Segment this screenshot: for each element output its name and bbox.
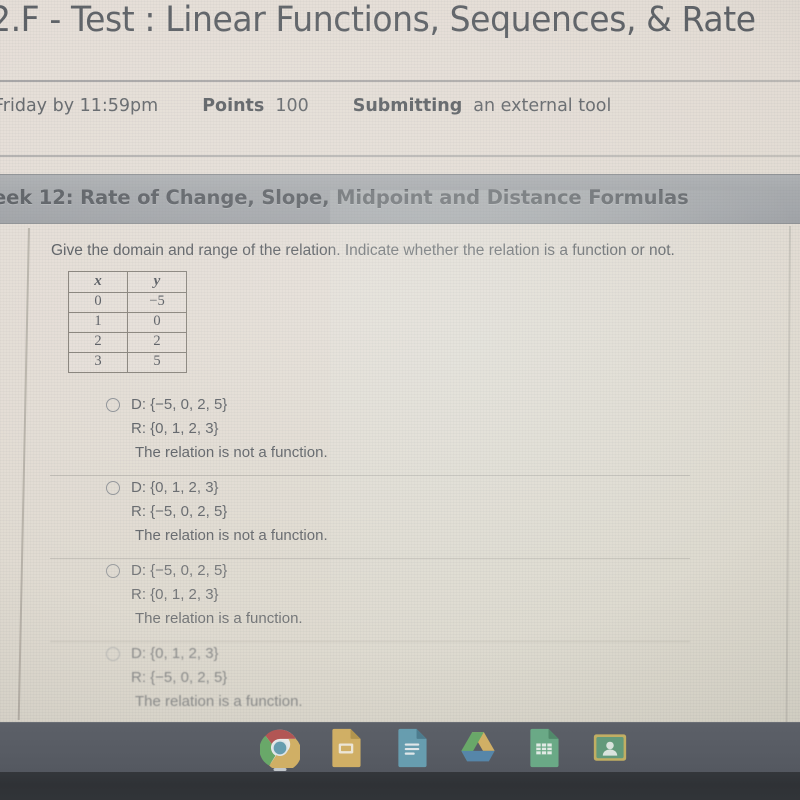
- google-drive-icon: [458, 730, 498, 766]
- shelf-item-google-drive[interactable]: [456, 726, 500, 770]
- table-header-row: x y: [68, 271, 187, 293]
- active-app-indicator: [273, 768, 287, 771]
- google-slides-icon: [329, 728, 363, 768]
- screenshot-root: 2.F - Test : Linear Functions, Sequences…: [0, 0, 800, 800]
- week-banner-title: eek 12: Rate of Change, Slope, Midpoint …: [0, 186, 689, 209]
- relation-table: x y 0 −5 1 0 2 2 3 5: [68, 271, 187, 373]
- due-date-text: Friday by 11:59pm: [0, 96, 159, 116]
- table-row: 3 5: [68, 352, 187, 373]
- submitting-label: Submitting: [352, 96, 463, 116]
- header-divider-bottom: [0, 155, 800, 157]
- table-cell-y: 2: [127, 332, 187, 353]
- browser-page: 2.F - Test : Linear Functions, Sequences…: [0, 0, 800, 722]
- option-domain-line: D: {−5, 0, 2, 5}: [131, 562, 228, 579]
- answer-option-3-text: D: {−5, 0, 2, 5} R: {0, 1, 2, 3} The rel…: [131, 559, 303, 631]
- table-row: 2 2: [68, 332, 187, 353]
- header-divider-top: [0, 80, 800, 82]
- shelf-item-chrome[interactable]: [258, 726, 302, 771]
- assignment-meta-row: Friday by 11:59pm Points 100 Submitting an e…: [0, 96, 800, 132]
- week-banner: eek 12: Rate of Change, Slope, Midpoint …: [0, 174, 800, 224]
- radio-button-icon[interactable]: [106, 647, 120, 661]
- table-header-x: x: [68, 271, 128, 293]
- radio-button-icon[interactable]: [106, 564, 120, 578]
- option-range-line: R: {0, 1, 2, 3}: [131, 420, 219, 437]
- submitting-value: an external tool: [473, 96, 612, 116]
- answer-option-3[interactable]: D: {−5, 0, 2, 5} R: {0, 1, 2, 3} The rel…: [0, 558, 800, 641]
- option-verdict-line: The relation is not a function.: [135, 527, 328, 544]
- shelf-item-google-docs[interactable]: [390, 726, 434, 770]
- google-docs-icon: [395, 728, 429, 768]
- option-domain-line: D: {−5, 0, 2, 5}: [131, 396, 228, 413]
- shelf-item-google-slides[interactable]: [324, 726, 368, 770]
- radio-button-icon[interactable]: [106, 398, 120, 412]
- answer-option-4-text: D: {0, 1, 2, 3} R: {−5, 0, 2, 5} The rel…: [131, 642, 303, 714]
- monitor-bezel: [0, 772, 800, 800]
- answer-option-2-text: D: {0, 1, 2, 3} R: {−5, 0, 2, 5} The rel…: [131, 476, 328, 548]
- points-label: Points: [202, 96, 265, 116]
- shelf-item-google-classroom[interactable]: [588, 726, 632, 770]
- shelf-icon-list: [258, 726, 632, 771]
- option-verdict-line: The relation is a function.: [135, 693, 303, 710]
- taskbar-shelf: [0, 722, 800, 772]
- answer-option-4[interactable]: D: {0, 1, 2, 3} R: {−5, 0, 2, 5} The rel…: [0, 641, 800, 722]
- option-range-line: R: {−5, 0, 2, 5}: [131, 503, 228, 520]
- option-verdict-line: The relation is a function.: [135, 610, 303, 627]
- table-cell-y: −5: [127, 292, 187, 313]
- google-sheets-icon: [527, 728, 561, 768]
- question-prompt: Give the domain and range of the relatio…: [51, 242, 675, 259]
- page-title: 2.F - Test : Linear Functions, Sequences…: [0, 0, 756, 40]
- radio-button-icon[interactable]: [106, 481, 120, 495]
- option-range-line: R: {−5, 0, 2, 5}: [131, 669, 228, 686]
- chrome-icon: [260, 728, 300, 768]
- question-card: Give the domain and range of the relatio…: [0, 226, 800, 722]
- table-cell-x: 2: [68, 332, 128, 353]
- answer-option-1-text: D: {−5, 0, 2, 5} R: {0, 1, 2, 3} The rel…: [131, 393, 328, 465]
- table-cell-x: 3: [68, 352, 128, 373]
- option-range-line: R: {0, 1, 2, 3}: [131, 586, 219, 603]
- table-cell-y: 0: [127, 312, 187, 333]
- answer-option-1[interactable]: D: {−5, 0, 2, 5} R: {0, 1, 2, 3} The rel…: [0, 392, 800, 475]
- option-verdict-line: The relation is not a function.: [135, 444, 328, 461]
- table-row: 1 0: [68, 312, 187, 333]
- answer-options: D: {−5, 0, 2, 5} R: {0, 1, 2, 3} The rel…: [0, 392, 800, 722]
- option-domain-line: D: {0, 1, 2, 3}: [131, 645, 219, 662]
- table-cell-y: 5: [127, 352, 187, 373]
- table-header-y: y: [127, 271, 187, 293]
- points-value: 100: [275, 96, 309, 116]
- table-cell-x: 1: [68, 312, 128, 333]
- answer-option-2[interactable]: D: {0, 1, 2, 3} R: {−5, 0, 2, 5} The rel…: [0, 475, 800, 558]
- option-domain-line: D: {0, 1, 2, 3}: [131, 479, 219, 496]
- shelf-item-google-sheets[interactable]: [522, 726, 566, 770]
- table-row: 0 −5: [68, 292, 187, 313]
- table-cell-x: 0: [68, 292, 128, 313]
- google-classroom-icon: [591, 731, 629, 765]
